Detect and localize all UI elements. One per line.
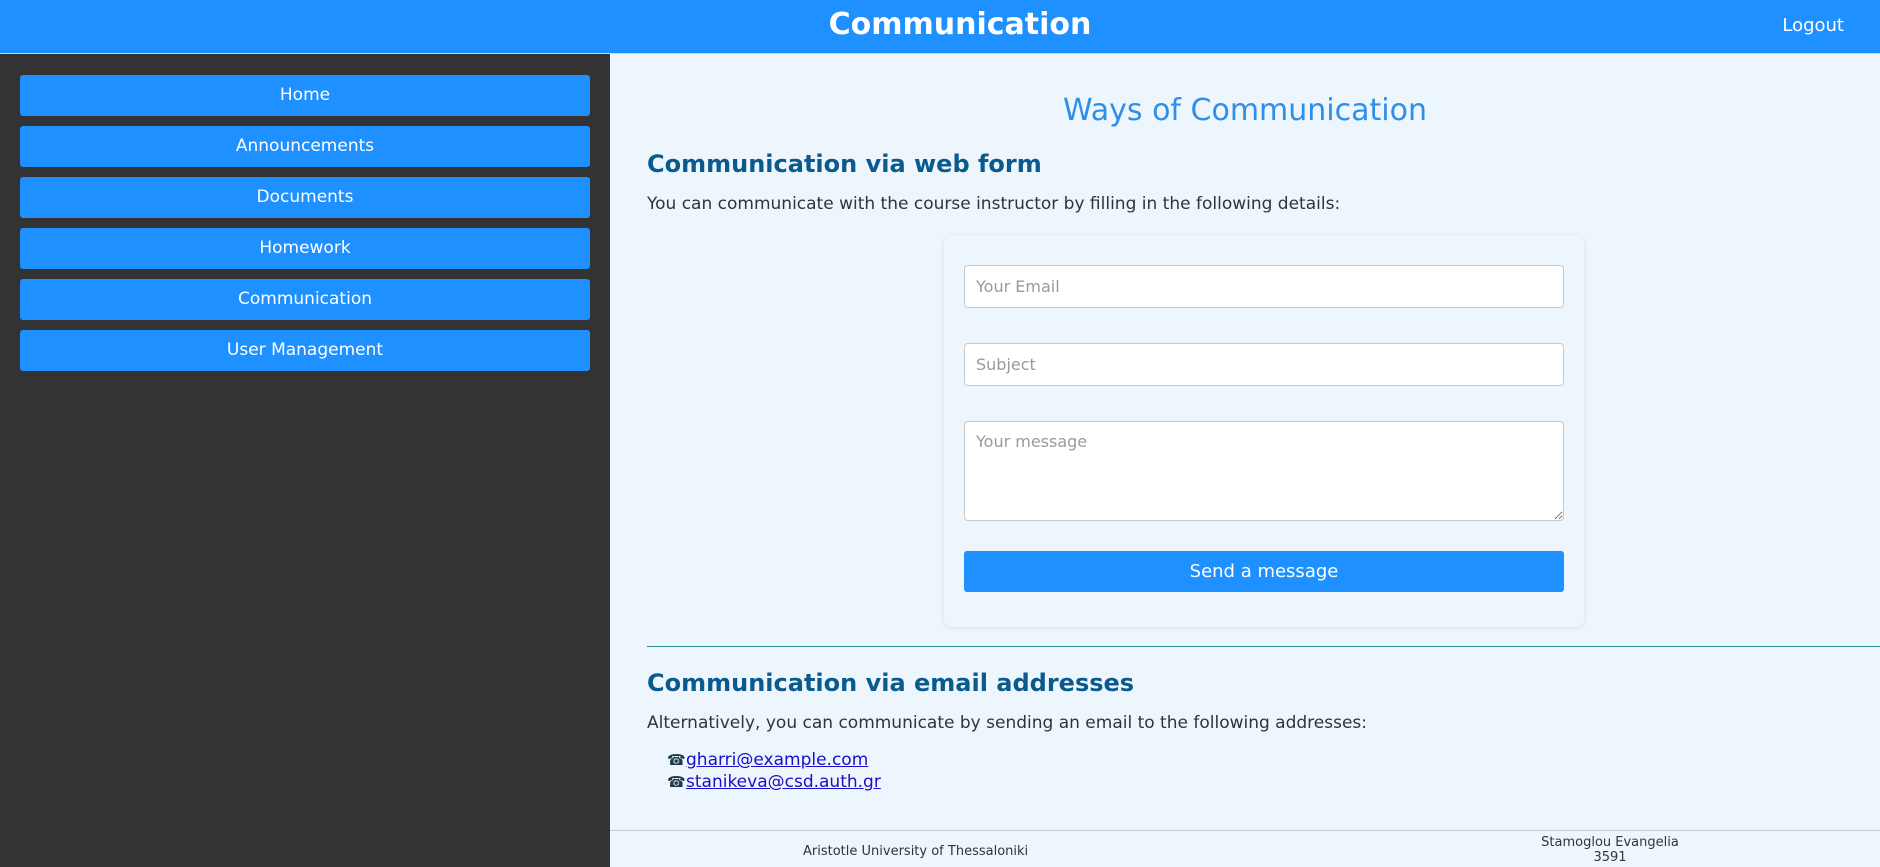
footer-university: Aristotle University of Thessaloniki (803, 844, 1029, 859)
subject-field[interactable] (964, 343, 1564, 386)
message-textarea[interactable] (964, 421, 1564, 521)
page-title: Ways of Communication (1063, 93, 1427, 128)
email-section-heading: Communication via email addresses (647, 669, 1135, 697)
web-form-heading: Communication via web form (647, 150, 1042, 178)
sidebar-item-announcements[interactable]: Announcements (20, 126, 590, 167)
send-message-button[interactable]: Send a message (964, 551, 1564, 592)
sidebar: Home Announcements Documents Homework Co… (0, 54, 610, 867)
email-link[interactable]: stanikeva@csd.auth.gr (686, 772, 881, 792)
footer-author: Stamoglou Evangelia 3591 (1510, 835, 1710, 865)
phone-icon: ☎ (667, 773, 686, 791)
email-section-intro: Alternatively, you can communicate by se… (647, 713, 1368, 733)
footer-author-id: 3591 (1593, 850, 1627, 865)
top-header: Communication Logout (0, 0, 1880, 54)
list-item: ☎gharri@example.com (667, 749, 881, 771)
section-divider (647, 646, 1880, 647)
footer-author-name: Stamoglou Evangelia (1541, 835, 1679, 850)
email-field[interactable] (964, 265, 1564, 308)
email-address-list: ☎gharri@example.com ☎stanikeva@csd.auth.… (667, 749, 881, 793)
sidebar-item-communication[interactable]: Communication (20, 279, 590, 320)
sidebar-item-documents[interactable]: Documents (20, 177, 590, 218)
main-content: Ways of Communication Communication via … (610, 54, 1880, 867)
footer: Aristotle University of Thessaloniki Sta… (610, 830, 1880, 867)
web-form-intro: You can communicate with the course inst… (647, 194, 1341, 214)
sidebar-item-user-management[interactable]: User Management (20, 330, 590, 371)
phone-icon: ☎ (667, 751, 686, 769)
sidebar-item-home[interactable]: Home (20, 75, 590, 116)
sidebar-item-homework[interactable]: Homework (20, 228, 590, 269)
page-header-title: Communication (828, 7, 1092, 42)
list-item: ☎stanikeva@csd.auth.gr (667, 771, 881, 793)
contact-form: Send a message (944, 235, 1584, 627)
email-link[interactable]: gharri@example.com (686, 750, 868, 770)
logout-link[interactable]: Logout (1782, 0, 1844, 54)
